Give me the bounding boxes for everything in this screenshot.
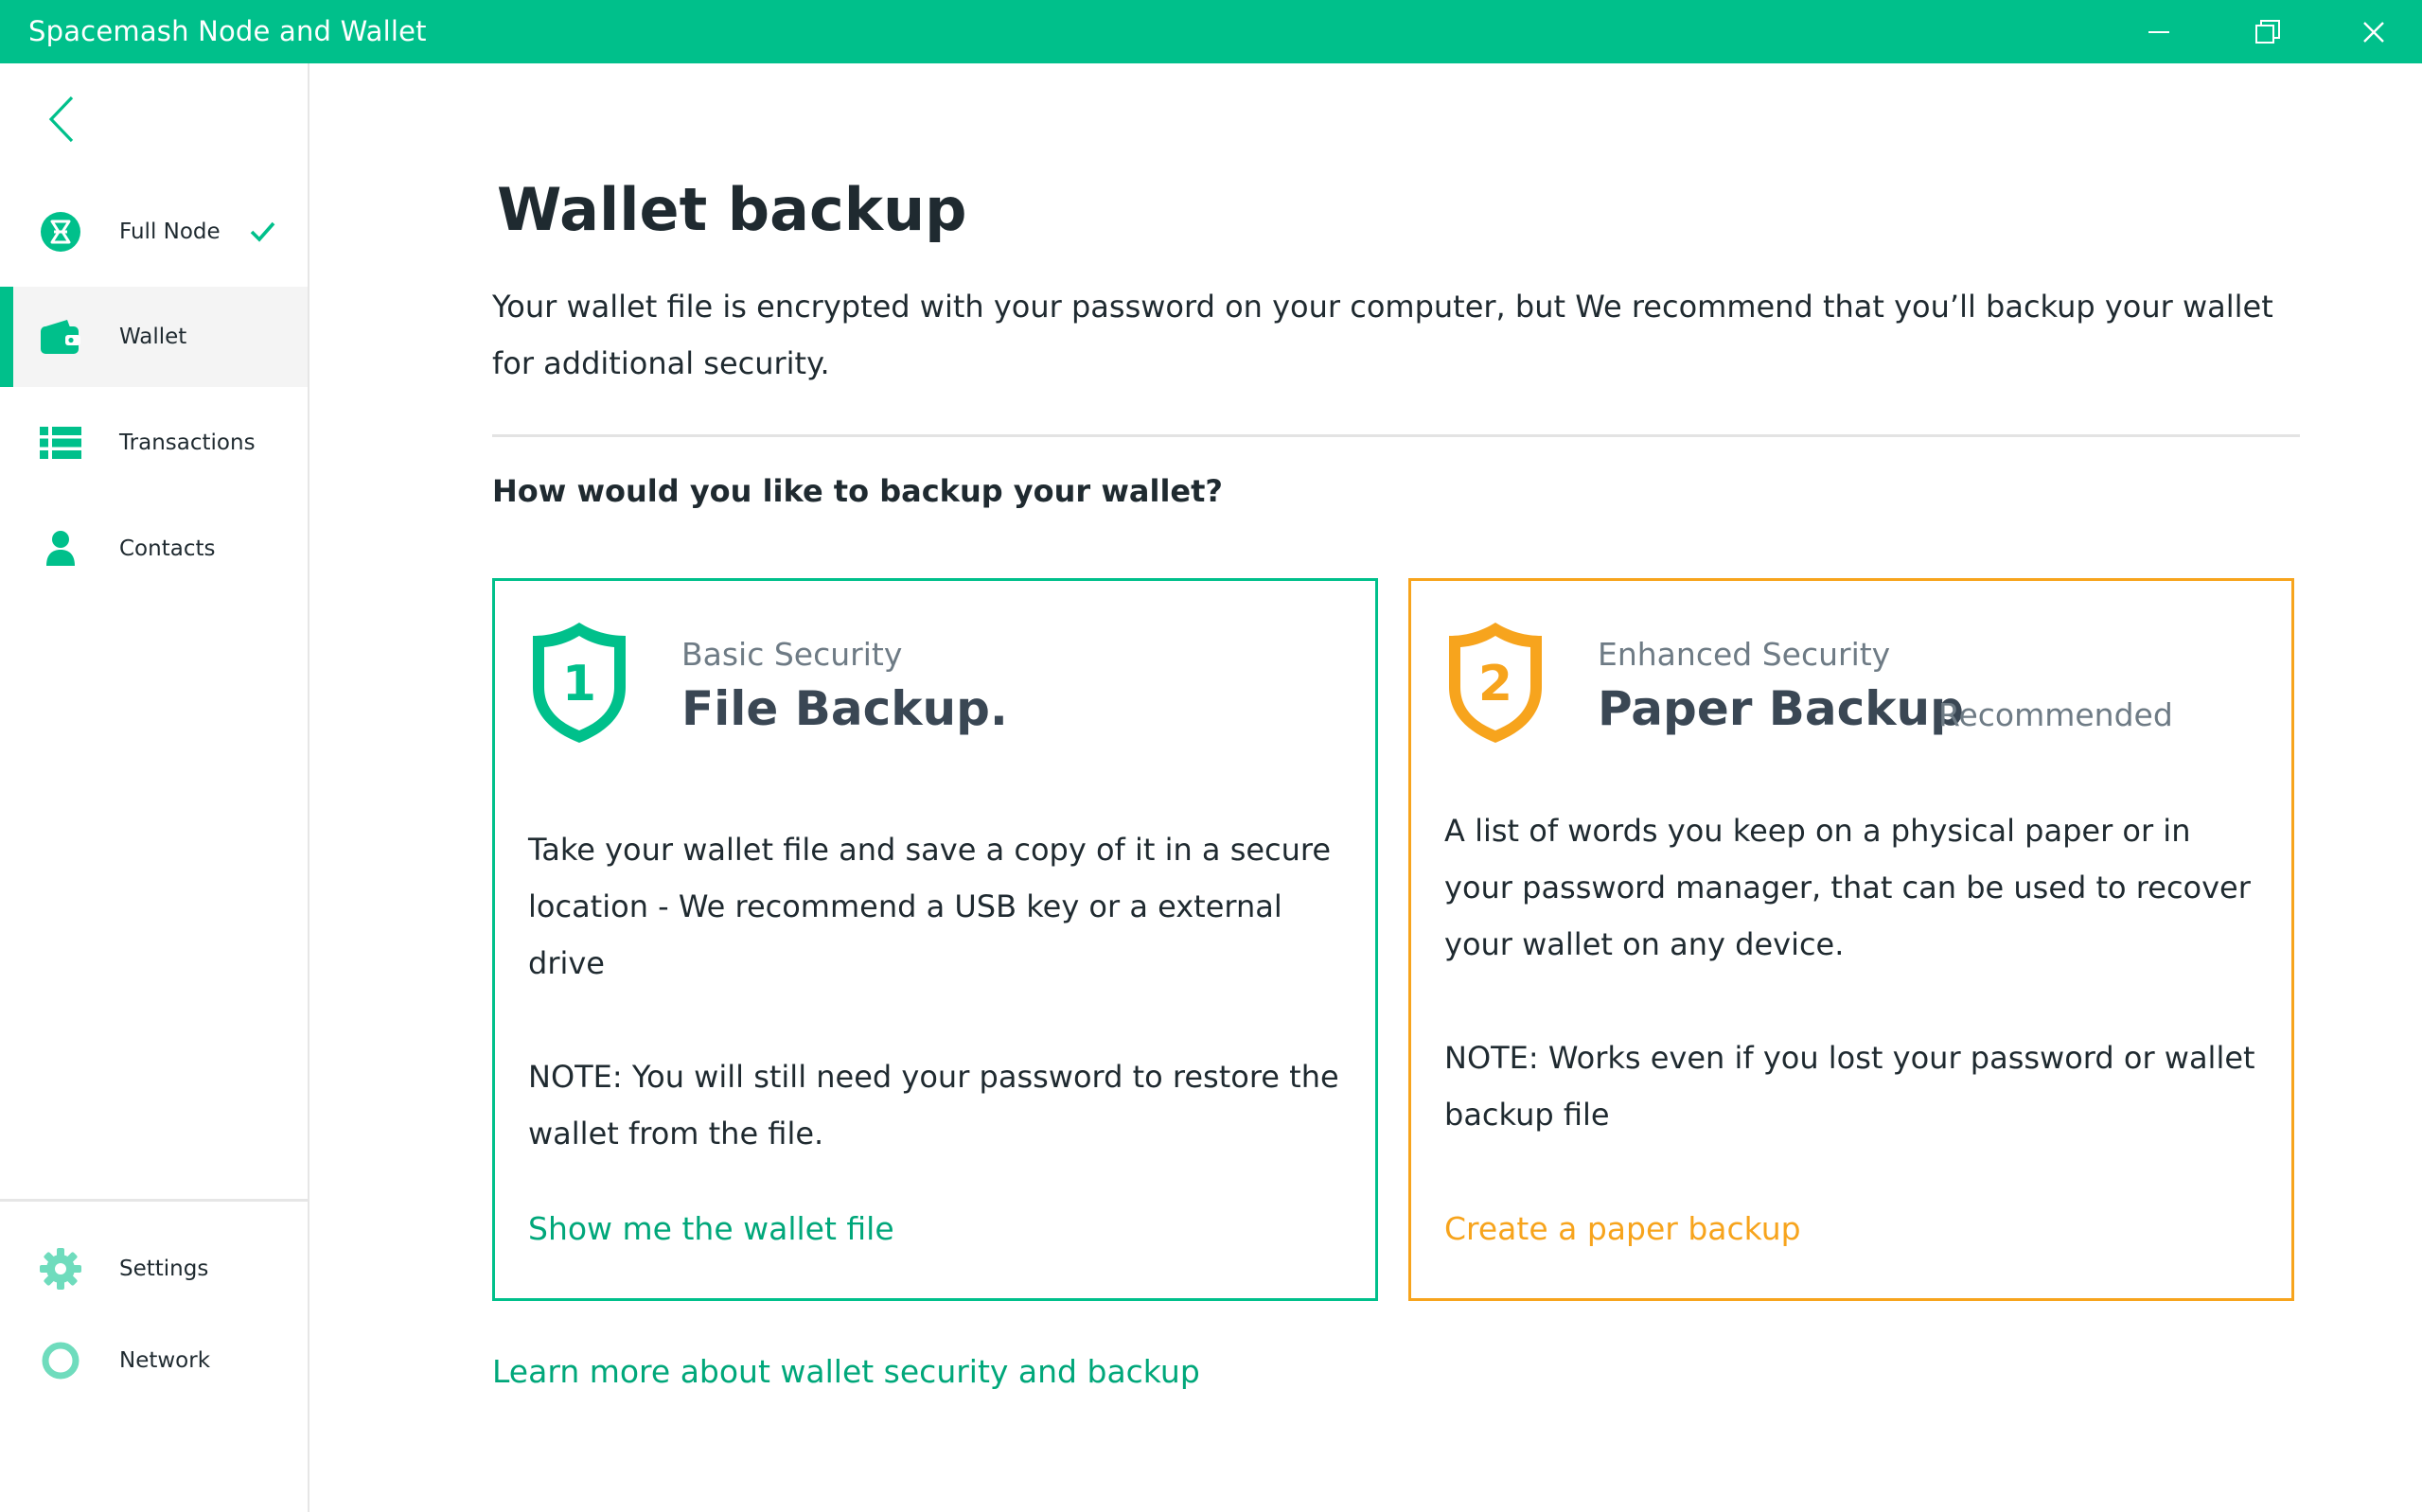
title-bar: Spacemash Node and Wallet <box>0 0 2422 63</box>
sidebar-item-contacts[interactable]: Contacts <box>0 499 308 599</box>
shield-1-icon: 1 <box>533 623 626 743</box>
security-level: Enhanced Security <box>1598 636 1891 673</box>
backup-question: How would you like to backup your wallet… <box>492 473 1223 509</box>
card-heading: Paper Backup <box>1598 681 1964 736</box>
restore-icon <box>2255 19 2280 44</box>
check-icon <box>250 221 275 242</box>
recommended-badge: Recommended <box>1938 696 2173 733</box>
sidebar-item-full-node[interactable]: Full Node <box>0 182 308 282</box>
sidebar-item-transactions[interactable]: Transactions <box>0 393 308 493</box>
shield-number: 1 <box>562 656 596 712</box>
card-note: NOTE: Works even if you lost your passwo… <box>1444 1040 2255 1133</box>
sidebar-item-wallet[interactable]: Wallet <box>0 287 308 387</box>
circle-icon <box>36 1336 85 1385</box>
sidebar-item-label: Contacts <box>119 536 216 561</box>
paper-backup-card[interactable]: 2 Enhanced Security Paper Backup Recomme… <box>1408 578 2294 1301</box>
sidebar-item-label: Settings <box>119 1257 209 1281</box>
sidebar-item-network[interactable]: Network <box>0 1310 308 1411</box>
page-title: Wallet backup <box>497 175 967 244</box>
sidebar-item-label: Wallet <box>119 325 187 349</box>
shield-number: 2 <box>1478 656 1512 712</box>
close-button[interactable] <box>2322 0 2422 63</box>
gear-icon <box>36 1244 85 1293</box>
person-icon <box>36 524 85 573</box>
chevron-left-icon <box>48 96 74 143</box>
sidebar: Full Node Wallet Transactions Contacts S… <box>0 63 309 1512</box>
minimize-icon <box>2148 30 2169 33</box>
back-button[interactable] <box>38 86 85 152</box>
sidebar-item-label: Full Node <box>119 220 221 244</box>
intro-text: Your wallet file is encrypted with your … <box>492 289 2273 381</box>
learn-more-link[interactable]: Learn more about wallet security and bac… <box>492 1353 1200 1390</box>
security-level: Basic Security <box>681 636 903 673</box>
close-icon <box>2363 21 2384 43</box>
shield-2-icon: 2 <box>1449 623 1542 743</box>
card-heading: File Backup. <box>681 681 1008 736</box>
sidebar-item-label: Network <box>119 1348 211 1373</box>
sidebar-item-settings[interactable]: Settings <box>0 1219 308 1319</box>
app-window: Spacemash Node and Wallet Full Node Wall… <box>0 0 2422 1512</box>
section-divider <box>492 434 2300 437</box>
restore-button[interactable] <box>2216 0 2320 63</box>
create-paper-backup-link[interactable]: Create a paper backup <box>1444 1210 1801 1247</box>
sidebar-item-label: Transactions <box>119 431 256 455</box>
card-description: A list of words you keep on a physical p… <box>1444 813 2251 962</box>
wallet-icon <box>36 312 85 361</box>
show-wallet-file-link[interactable]: Show me the wallet file <box>528 1210 894 1247</box>
minimize-button[interactable] <box>2107 0 2211 63</box>
file-backup-card[interactable]: 1 Basic Security File Backup. Take your … <box>492 578 1378 1301</box>
list-icon <box>36 418 85 467</box>
spacemesh-node-icon <box>36 207 85 256</box>
sidebar-divider <box>0 1199 308 1202</box>
main-content: Wallet backup Your wallet file is encryp… <box>309 63 2422 1512</box>
window-title: Spacemash Node and Wallet <box>28 15 427 47</box>
card-note: NOTE: You will still need your password … <box>528 1059 1339 1152</box>
active-indicator <box>0 287 13 387</box>
card-description: Take your wallet file and save a copy of… <box>528 832 1332 981</box>
